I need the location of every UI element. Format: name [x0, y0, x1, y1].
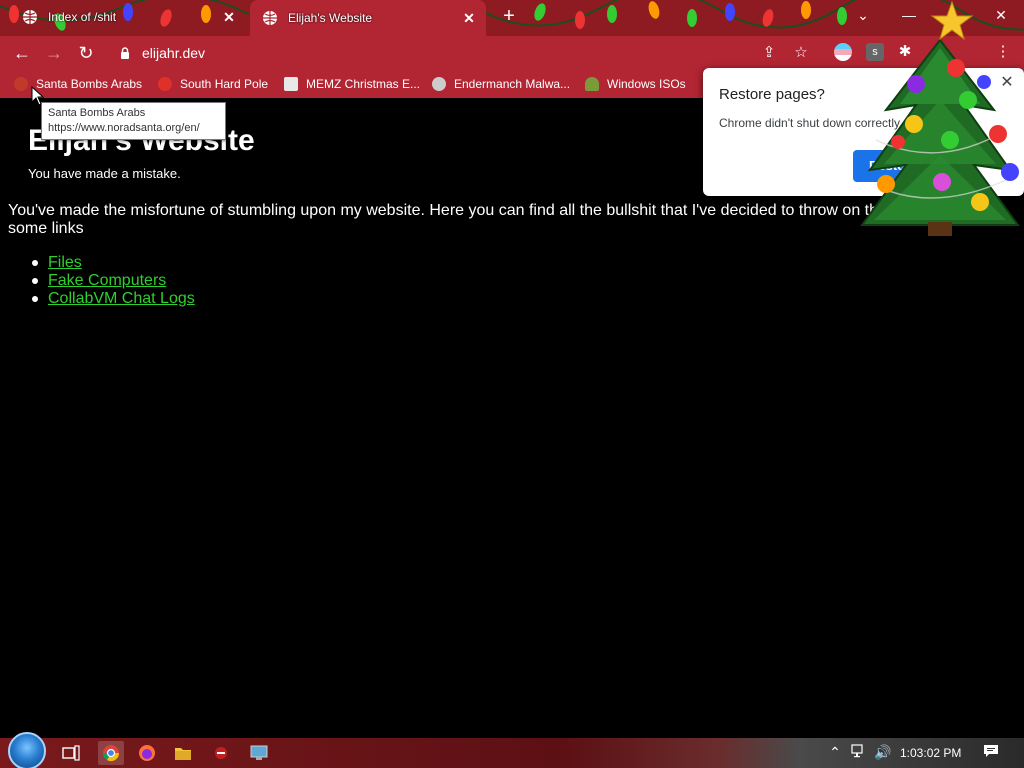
bookmark-windows-isos[interactable]: Windows ISOs — [585, 75, 686, 93]
link-files[interactable]: Files — [48, 254, 82, 271]
tab-close-icon[interactable]: ✕ — [220, 9, 238, 26]
new-tab-button[interactable]: + — [498, 6, 520, 28]
page-subtitle: You have made a mistake. — [28, 166, 181, 181]
start-button[interactable] — [8, 732, 46, 768]
desktop-screen: Index of /shit ✕ Elijah's Website ✕ + ⌄ … — [0, 0, 1024, 768]
task-view-icon[interactable] — [58, 741, 84, 765]
chrome-taskbar-icon[interactable] — [98, 741, 124, 765]
skull-icon — [432, 77, 446, 91]
list-item: CollabVM Chat Logs — [32, 290, 195, 308]
bookmark-south-hard-pole[interactable]: South Hard Pole — [158, 75, 268, 93]
remote-desktop-icon[interactable] — [246, 741, 272, 765]
mouse-cursor — [31, 86, 45, 106]
bookmark-star-icon[interactable]: ☆ — [792, 44, 810, 62]
lock-icon — [121, 47, 129, 59]
tab-title: Index of /shit — [48, 10, 117, 24]
file-explorer-icon[interactable] — [170, 741, 196, 765]
list-item: Files — [32, 254, 195, 272]
tab-elijahs-website[interactable]: Elijah's Website ✕ — [250, 0, 486, 36]
url-text: elijahr.dev — [142, 45, 206, 61]
tab-close-icon[interactable]: ✕ — [460, 10, 478, 27]
snowflake-icon — [158, 77, 172, 91]
address-bar[interactable]: elijahr.dev ⇪ ☆ — [106, 39, 826, 67]
tooltip-title: Santa Bombs Arabs — [48, 107, 146, 119]
person-icon — [585, 77, 599, 91]
globe-icon — [23, 10, 37, 24]
tab-title: Elijah's Website — [288, 11, 373, 25]
extension-flag-icon[interactable] — [834, 43, 852, 61]
bookmark-tooltip: Santa Bombs Arabs https://www.noradsanta… — [41, 102, 226, 140]
chevron-up-icon[interactable]: ⌃ — [826, 744, 844, 761]
santa-icon — [14, 77, 28, 91]
taskbar: ⌃ 🔊 1:03:02 PM — [0, 732, 1024, 768]
link-fake-computers[interactable]: Fake Computers — [48, 272, 166, 289]
link-collabvm-chat-logs[interactable]: CollabVM Chat Logs — [48, 290, 195, 307]
back-button[interactable]: ← — [10, 41, 34, 65]
firefox-taskbar-icon[interactable] — [134, 741, 160, 765]
tab-index-of-shit[interactable]: Index of /shit ✕ — [10, 0, 246, 34]
bookmark-label: MEMZ Christmas E... — [306, 77, 421, 91]
notifications-icon[interactable] — [982, 744, 1000, 761]
memz-icon — [284, 77, 298, 91]
forward-button[interactable]: → — [42, 41, 66, 65]
dialog-title: Restore pages? — [719, 86, 825, 103]
bookmark-label: Endermanch Malwa... — [454, 77, 571, 91]
reload-button[interactable]: ↻ — [74, 41, 98, 65]
tooltip-url: https://www.noradsanta.org/en/ — [48, 122, 200, 134]
red-app-taskbar-icon[interactable] — [208, 741, 234, 765]
bookmark-memz-christmas[interactable]: MEMZ Christmas E... — [284, 75, 420, 93]
christmas-tree-decoration — [860, 0, 1020, 236]
bookmark-label: Santa Bombs Arabs — [36, 77, 143, 91]
taskbar-clock[interactable]: 1:03:02 PM — [900, 746, 961, 760]
list-item: Fake Computers — [32, 272, 195, 290]
link-list: Files Fake Computers CollabVM Chat Logs — [32, 254, 195, 308]
bookmark-label: South Hard Pole — [180, 77, 269, 91]
network-icon[interactable] — [850, 744, 868, 761]
share-icon[interactable]: ⇪ — [760, 44, 778, 62]
bookmark-endermanch-malware[interactable]: Endermanch Malwa... — [432, 75, 570, 93]
bookmark-label: Windows ISOs — [607, 77, 686, 91]
volume-icon[interactable]: 🔊 — [874, 744, 892, 761]
globe-icon — [263, 11, 277, 25]
